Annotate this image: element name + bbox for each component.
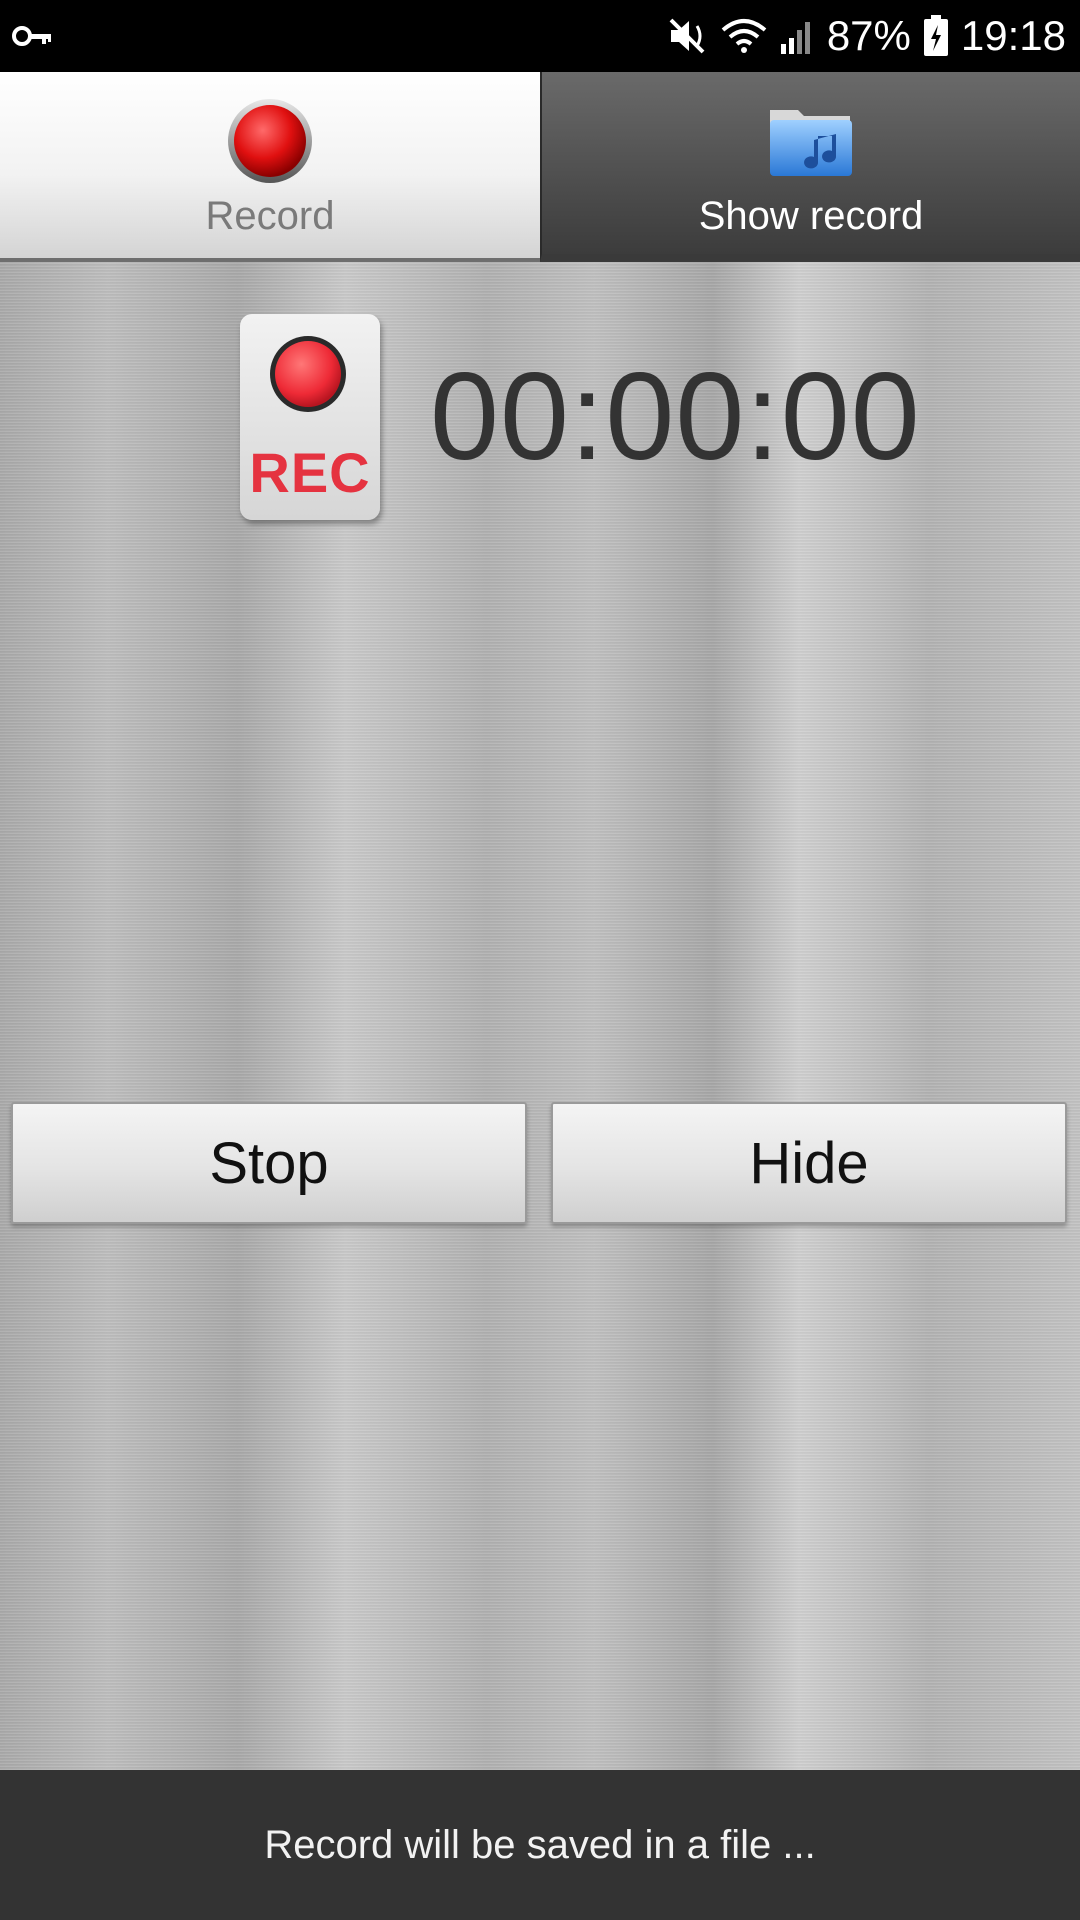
tab-record[interactable]: Record — [0, 72, 540, 262]
hide-button[interactable]: Hide — [551, 1102, 1067, 1224]
tab-show-record-label: Show record — [698, 194, 924, 238]
toast-message: Record will be saved in a file ... — [0, 1770, 1080, 1920]
wifi-icon — [721, 19, 767, 53]
battery-percent: 87% — [826, 12, 911, 59]
recorder-panel: REC 00:00:00 Stop Hide — [0, 262, 1080, 1770]
music-folder-icon — [770, 110, 852, 176]
timer-display: 00:00:00 — [430, 348, 921, 486]
battery-icon — [923, 15, 948, 56]
record-dot-icon — [228, 99, 312, 183]
rec-label: REC — [249, 441, 371, 504]
status-bar: 87% 19:18 — [0, 0, 1080, 72]
stop-button[interactable]: Stop — [11, 1102, 527, 1224]
rec-button[interactable]: REC — [240, 314, 380, 520]
tab-bar: Record Show record — [0, 72, 1080, 262]
tab-show-record[interactable]: Show record — [540, 72, 1080, 262]
rec-dot-icon — [270, 336, 346, 412]
key-icon — [12, 26, 51, 46]
signal-icon — [780, 22, 810, 54]
tab-record-label: Record — [205, 194, 335, 238]
clock: 19:18 — [960, 12, 1066, 59]
mute-icon — [669, 18, 705, 54]
status-right-group: 87% 19:18 — [667, 0, 1066, 72]
